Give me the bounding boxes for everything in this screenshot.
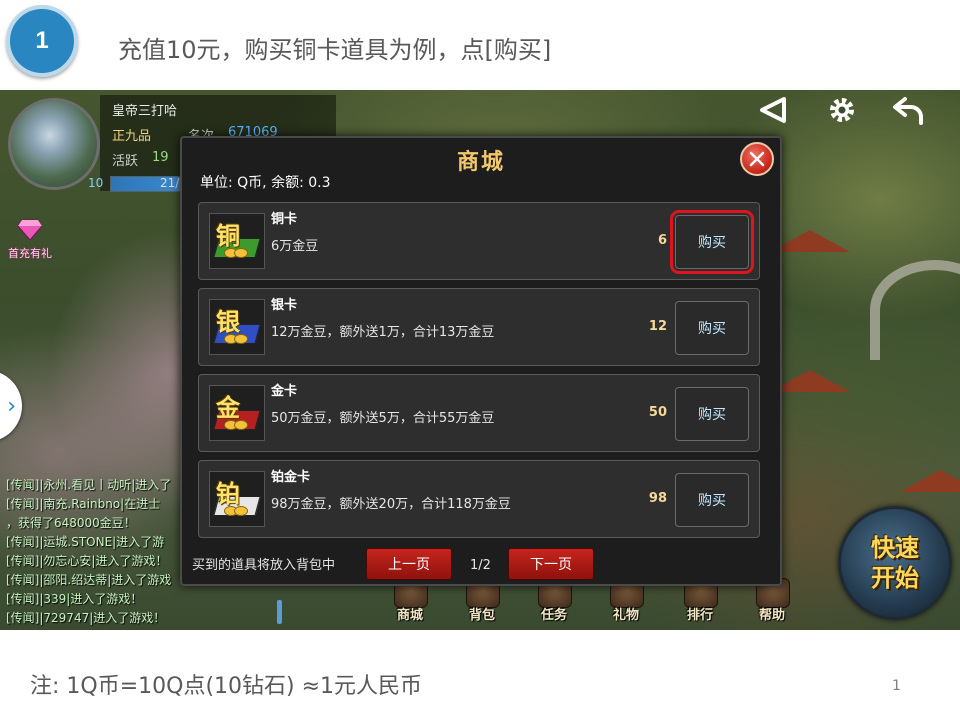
pavilion-roof xyxy=(770,230,850,252)
close-button[interactable] xyxy=(740,142,774,176)
item-name: 银卡 xyxy=(271,298,298,313)
menu-item-label: 任务 xyxy=(540,608,567,623)
bridge-scenery xyxy=(870,260,960,360)
player-rank: 正九品 xyxy=(112,129,152,144)
share-icon[interactable] xyxy=(757,94,789,126)
player-level: 10 xyxy=(88,176,104,190)
card-icon: 银 xyxy=(209,299,265,355)
menu-item-label: 商城 xyxy=(396,608,423,623)
chat-message: [传闻]|339|进入了游戏！ xyxy=(6,592,143,606)
next-page-button[interactable]: 下一页 xyxy=(508,548,594,580)
item-name: 铜卡 xyxy=(271,212,298,227)
shop-item-row: 金 金卡 50万金豆，额外送5万，合计55万金豆 50 购买 xyxy=(198,374,760,452)
page-number: 1 xyxy=(892,678,901,694)
menu-item-label: 帮助 xyxy=(758,608,785,623)
chat-message: [传闻]|729747|进入了游戏！ xyxy=(6,611,166,625)
chat-scrollbar[interactable] xyxy=(277,600,282,624)
shop-dialog: 商城 单位: Q币, 余额: 0.3 铜铜卡 6万金豆 6 购买银银卡 12万金豆，额外… xyxy=(180,136,782,586)
quick-start-label: 快速 开始 xyxy=(871,534,919,592)
diamond-icon[interactable] xyxy=(17,218,43,241)
currency-note: 注: 1Q币=10Q点(10钻石) ≈1元人民币 xyxy=(30,674,423,699)
item-price: 50 xyxy=(648,405,667,420)
item-description: 50万金豆，额外送5万，合计55万金豆 xyxy=(271,411,495,426)
item-description: 12万金豆，额外送1万，合计13万金豆 xyxy=(271,325,495,340)
prev-page-button[interactable]: 上一页 xyxy=(366,548,452,580)
item-price: 6 xyxy=(657,233,667,248)
shop-item-row: 铜 铜卡 6万金豆 6 购买 xyxy=(198,202,760,280)
item-description: 6万金豆 xyxy=(271,239,319,254)
card-icon: 铂 xyxy=(209,471,265,527)
card-character: 银 xyxy=(216,308,240,336)
pavilion-roof xyxy=(770,370,850,392)
shop-item-row: 银 银卡 12万金豆，额外送1万，合计13万金豆 12 购买 xyxy=(198,288,760,366)
buy-button[interactable]: 购买 xyxy=(675,387,749,441)
slide-title: 充值10元，购买铜卡道具为例，点[购买] xyxy=(118,36,552,64)
card-character: 金 xyxy=(216,394,240,422)
card-character: 铜 xyxy=(216,222,240,250)
menu-item-label: 排行 xyxy=(686,608,713,623)
menu-item-label: 背包 xyxy=(468,608,495,623)
page-indicator: 1/2 xyxy=(470,558,491,573)
buy-button[interactable]: 购买 xyxy=(670,210,754,274)
game-screenshot: 皇帝三打哈 正九品 名次 671069 活跃 19 金豆 17450 10 21… xyxy=(0,90,960,630)
activity-value: 19 xyxy=(152,150,169,165)
item-price: 98 xyxy=(648,491,667,506)
chevron-right-icon: › xyxy=(7,393,16,419)
card-character: 铂 xyxy=(216,480,240,508)
item-name: 铂金卡 xyxy=(271,470,311,485)
buy-button[interactable]: 购买 xyxy=(675,301,749,355)
card-icon: 金 xyxy=(209,385,265,441)
activity-label: 活跃 xyxy=(112,154,139,169)
inventory-note: 买到的道具将放入背包中 xyxy=(192,558,336,573)
buy-button[interactable]: 购买 xyxy=(675,473,749,527)
item-name: 金卡 xyxy=(271,384,298,399)
item-price: 12 xyxy=(648,319,667,334)
player-name: 皇帝三打哈 xyxy=(112,104,178,119)
card-icon: 铜 xyxy=(209,213,265,269)
back-arrow-icon[interactable] xyxy=(893,94,925,126)
shop-item-row: 铂 铂金卡 98万金豆，额外送20万，合计118万金豆 98 购买 xyxy=(198,460,760,538)
currency-balance: 单位: Q币, 余额: 0.3 xyxy=(200,175,331,191)
quick-start-button[interactable]: 快速 开始 xyxy=(838,506,952,620)
first-charge-gift-label[interactable]: 首充有礼 xyxy=(8,245,52,261)
gear-icon[interactable] xyxy=(826,94,858,126)
player-avatar[interactable] xyxy=(8,98,100,190)
close-icon xyxy=(749,151,765,167)
item-description: 98万金豆，额外送20万，合计118万金豆 xyxy=(271,497,511,512)
step-number-badge: 1 xyxy=(6,5,78,77)
pavilion-roof xyxy=(900,470,960,492)
menu-item-label: 礼物 xyxy=(612,608,639,623)
